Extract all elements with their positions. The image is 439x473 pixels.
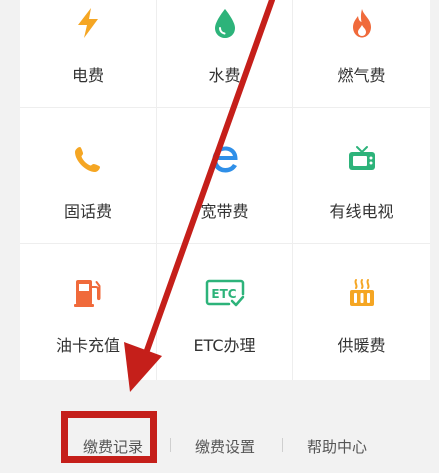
service-fuel-card[interactable]: 油卡充值 [20,244,157,380]
service-label: 供暖费 [337,336,386,355]
tv-icon [345,142,379,176]
service-label: 燃气费 [337,66,386,85]
water-drop-icon [208,6,242,40]
service-label: 电费 [71,66,104,85]
service-etc[interactable]: ETC ETC办理 [157,244,293,380]
annotation-highlight-box [61,411,157,463]
heating-icon [345,276,379,310]
service-landline[interactable]: 固话费 [20,108,157,244]
services-card: 电费 水费 燃气费 固话费 宽带费 有线电视 油卡充值 ETC ETC办理 供暖… [20,0,430,380]
ie-browser-icon [208,142,242,176]
flame-icon [345,6,379,40]
service-cable-tv[interactable]: 有线电视 [293,108,430,244]
service-gas[interactable]: 燃气费 [293,0,430,108]
service-broadband[interactable]: 宽带费 [157,108,293,244]
footer-divider [282,438,283,452]
service-label: 有线电视 [329,202,394,221]
service-electricity[interactable]: 电费 [20,0,157,108]
payment-settings-link[interactable]: 缴费设置 [195,436,255,457]
lightning-icon [71,6,105,40]
gas-pump-icon [71,276,105,310]
phone-icon [71,142,105,176]
service-label: 水费 [208,66,241,85]
service-label: 宽带费 [200,202,249,221]
service-label: 油卡充值 [55,336,120,355]
etc-icon-text: ETC [211,287,236,301]
etc-icon: ETC [205,276,245,310]
footer-divider [170,438,171,452]
service-label: ETC办理 [193,336,256,355]
service-water[interactable]: 水费 [157,0,293,108]
service-label: 固话费 [63,202,112,221]
help-center-link[interactable]: 帮助中心 [307,436,367,457]
payment-services-screen: 电费 水费 燃气费 固话费 宽带费 有线电视 油卡充值 ETC ETC办理 供暖… [0,0,439,473]
services-grid: 电费 水费 燃气费 固话费 宽带费 有线电视 油卡充值 ETC ETC办理 供暖… [20,0,430,380]
service-heating[interactable]: 供暖费 [293,244,430,380]
